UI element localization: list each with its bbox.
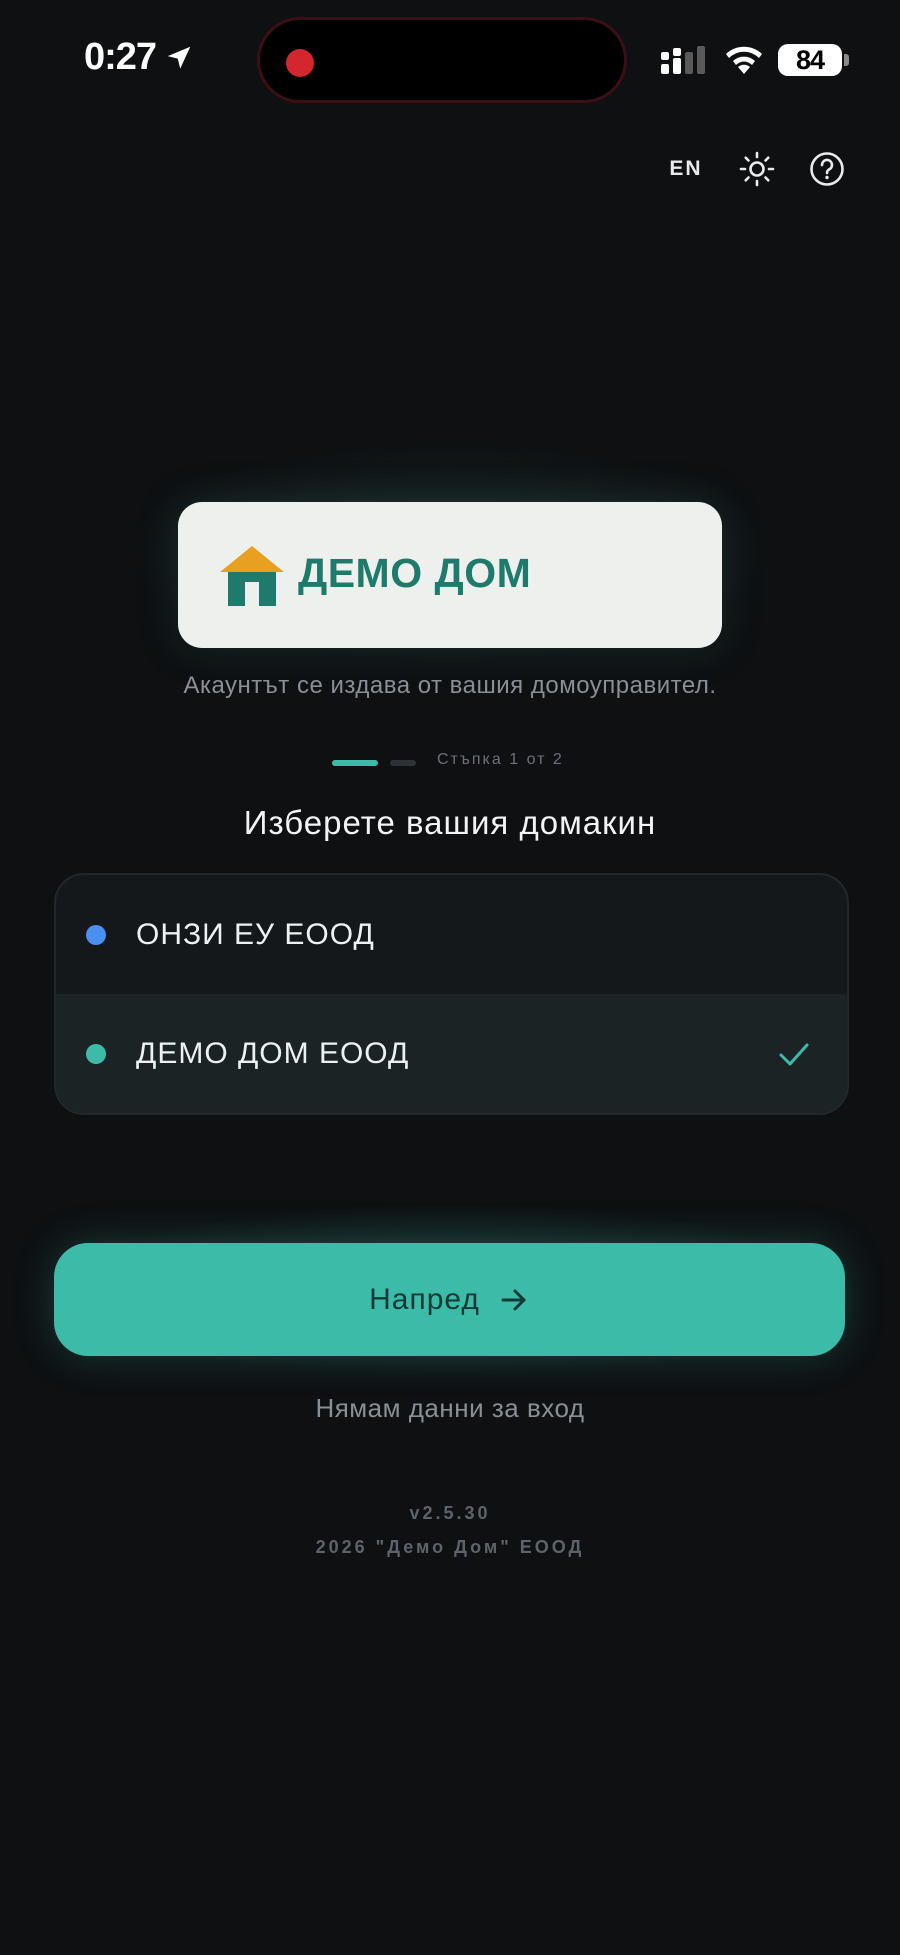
copyright-text: 2026 "Демо Дом" ЕООД bbox=[315, 1537, 585, 1557]
language-toggle-button[interactable]: EN bbox=[666, 152, 706, 186]
account-info-text: Акаунтът се издава от вашия домоуправите… bbox=[183, 672, 717, 699]
brand-logo-text: ДЕМО ДОМ bbox=[298, 550, 532, 596]
host-option-demo-dom[interactable]: ДЕМО ДОМ ЕООД bbox=[56, 994, 847, 1113]
battery-level: 84 bbox=[795, 44, 825, 75]
cellular-signal-icon bbox=[661, 46, 705, 74]
status-bar: 0:27 84 bbox=[0, 0, 900, 120]
checkmark-icon bbox=[779, 1043, 809, 1065]
step-label: Стъпка 1 от 2 bbox=[437, 751, 564, 768]
house-icon bbox=[220, 546, 284, 606]
dynamic-island bbox=[260, 20, 624, 100]
host-name: ДЕМО ДОМ ЕООД bbox=[136, 1036, 410, 1070]
no-login-link[interactable]: Нямам данни за вход bbox=[0, 1393, 900, 1424]
status-time: 0:27 bbox=[84, 36, 194, 79]
step-indicator-active bbox=[332, 760, 378, 766]
step-indicator-inactive bbox=[390, 760, 416, 766]
recording-dot-icon bbox=[286, 49, 314, 77]
battery-nub bbox=[844, 54, 849, 66]
next-button-label: Напред bbox=[369, 1282, 480, 1316]
wifi-icon bbox=[726, 46, 762, 74]
host-name: ОНЗИ ЕУ ЕООД bbox=[136, 917, 375, 951]
host-status-dot bbox=[86, 1043, 106, 1064]
arrow-right-icon bbox=[501, 1289, 526, 1310]
location-arrow-icon bbox=[167, 46, 191, 69]
help-circle-icon[interactable] bbox=[808, 150, 846, 188]
host-status-dot bbox=[86, 924, 106, 945]
host-list: ОНЗИ ЕУ ЕООД ДЕМО ДОМ ЕООД bbox=[54, 873, 849, 1115]
app-version: v2.5.30 bbox=[409, 1503, 491, 1523]
host-option-onzi[interactable]: ОНЗИ ЕУ ЕООД bbox=[56, 875, 847, 994]
section-title: Изберете вашия домакин bbox=[243, 804, 657, 841]
brand-logo-card: ДЕМО ДОМ bbox=[178, 502, 722, 648]
sun-icon[interactable] bbox=[738, 150, 776, 188]
battery-icon: 84 bbox=[778, 44, 842, 76]
next-button[interactable]: Напред bbox=[54, 1243, 845, 1356]
status-time-text: 0:27 bbox=[84, 36, 157, 78]
